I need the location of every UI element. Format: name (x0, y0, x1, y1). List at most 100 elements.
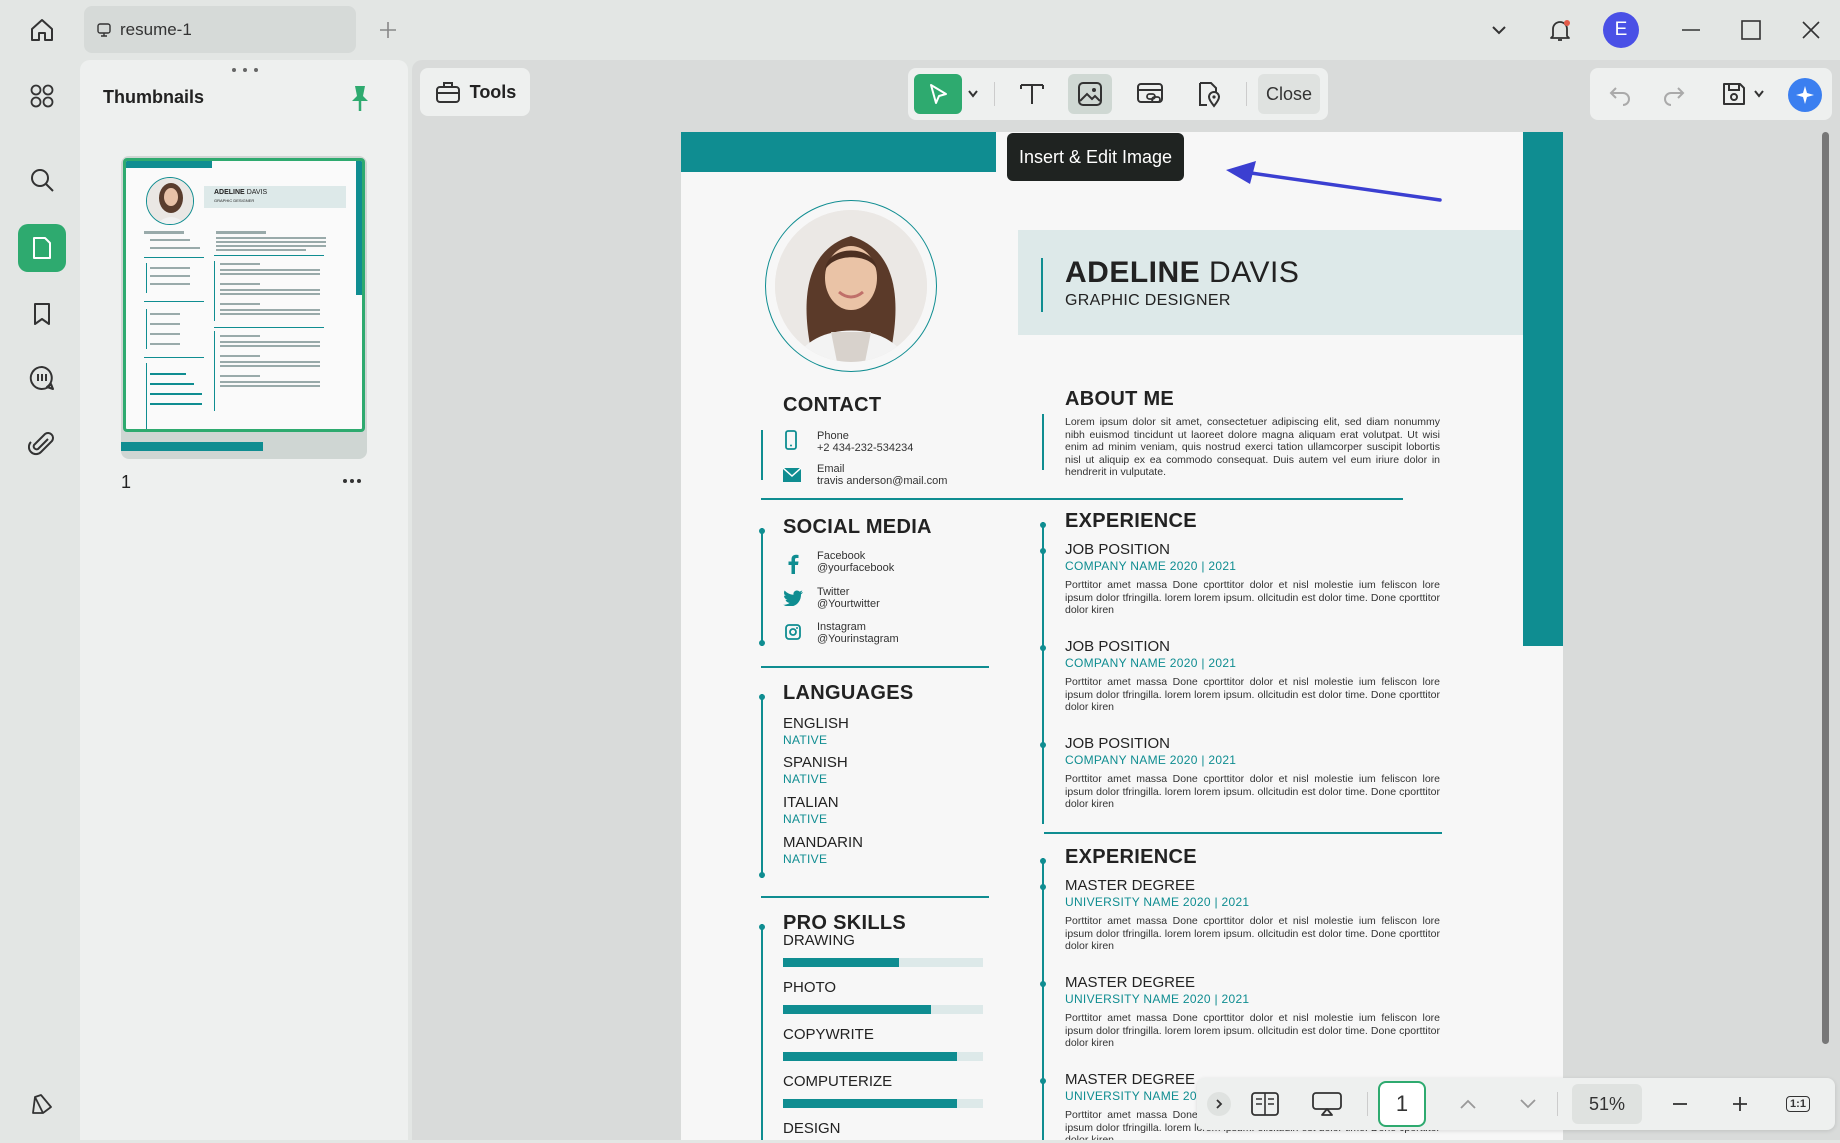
attachment-icon[interactable] (18, 420, 66, 468)
select-tool-dropdown-icon[interactable] (966, 88, 980, 100)
bookmark-icon[interactable] (18, 290, 66, 338)
image-icon (1078, 82, 1102, 106)
language-name: SPANISH (783, 754, 848, 771)
previous-page-icon[interactable] (1453, 1086, 1483, 1122)
twitter-icon (783, 590, 803, 606)
page-layout-icon[interactable] (1245, 1086, 1285, 1122)
experience-heading: EXPERIENCE (1065, 510, 1197, 532)
new-tab-plus-icon[interactable] (370, 12, 406, 48)
education-heading: EXPERIENCE (1065, 846, 1197, 868)
skill-name: DRAWING (783, 932, 855, 949)
text-tool-button[interactable] (1010, 74, 1054, 114)
side-accent-bar (1523, 132, 1563, 646)
left-icon-rail (0, 60, 80, 1143)
comment-icon[interactable] (18, 354, 66, 402)
pointer-arrow (1226, 161, 1442, 202)
language-name: ITALIAN (783, 794, 839, 811)
social-heading: SOCIAL MEDIA (783, 516, 932, 538)
thumbnail-page-number: 1 (121, 472, 132, 492)
document-tab[interactable]: resume-1 (84, 6, 356, 53)
drag-handle-icon[interactable] (230, 66, 260, 74)
watermark-button[interactable] (1186, 74, 1230, 114)
ai-assistant-icon[interactable] (1788, 78, 1822, 112)
insert-link-button[interactable] (1128, 74, 1172, 114)
about-text: Lorem ipsum dolor sit amet, consectetuer… (1065, 416, 1440, 478)
entry-subtitle: UNIVERSITY NAME 2020 | 2021 (1065, 992, 1250, 1006)
contact-heading: CONTACT (783, 394, 882, 416)
thumbnail-photo (146, 177, 194, 225)
next-page-icon[interactable] (1513, 1086, 1543, 1122)
collapse-bar-icon[interactable] (1207, 1092, 1231, 1116)
skill-bar-fill (783, 1052, 957, 1061)
twitter-label: Twitter (817, 586, 850, 598)
home-icon[interactable] (24, 12, 60, 48)
minimize-icon[interactable] (1673, 12, 1709, 48)
skill-bar-fill (783, 1099, 957, 1108)
language-name: ENGLISH (783, 715, 849, 732)
actual-size-button[interactable]: 1:1 (1781, 1086, 1815, 1122)
language-level: NATIVE (783, 852, 828, 866)
pages-thumbnail-icon[interactable] (18, 224, 66, 272)
zoom-level[interactable]: 51% (1572, 1084, 1642, 1124)
page-thumbnail[interactable]: ADELINE DAVIS GRAPHIC DESIGNER (121, 156, 367, 459)
cursor-icon (930, 84, 947, 104)
pin-icon[interactable] (348, 84, 372, 114)
search-icon[interactable] (18, 156, 66, 204)
entry-title: JOB POSITION (1065, 541, 1171, 558)
thumbnails-panel: Thumbnails ADELINE DAVIS GRAPHIC DESIGNE… (80, 60, 408, 1140)
save-options-chevron-icon[interactable] (1752, 88, 1766, 100)
skill-bar (783, 1052, 983, 1061)
skill-bar-fill (783, 958, 899, 967)
link-icon (1137, 83, 1163, 103)
close-window-icon[interactable] (1793, 12, 1829, 48)
profile-photo[interactable] (775, 210, 927, 362)
skill-name: DESIGN (783, 1120, 841, 1137)
phone-value: +2 434-232-534234 (817, 442, 914, 454)
tools-button[interactable]: Tools (420, 68, 530, 116)
instagram-icon (785, 624, 801, 640)
grid-apps-icon[interactable] (18, 72, 66, 120)
skill-name: COMPUTERIZE (783, 1073, 893, 1090)
language-name: MANDARIN (783, 834, 864, 851)
entry-title: MASTER DEGREE (1065, 974, 1196, 991)
zoom-out-icon[interactable] (1665, 1086, 1695, 1122)
maximize-icon[interactable] (1733, 12, 1769, 48)
undo-icon[interactable] (1608, 82, 1632, 106)
insert-image-button[interactable] (1068, 74, 1112, 114)
right-toolbar (1590, 68, 1832, 120)
entry-title: MASTER DEGREE (1065, 1071, 1196, 1088)
title-bar: resume-1 E (0, 0, 1840, 60)
edit-toolbar: Close (908, 68, 1328, 120)
presentation-icon (97, 22, 111, 37)
header-accent-bar (681, 132, 996, 172)
facebook-icon (787, 554, 799, 574)
text-icon (1020, 84, 1044, 104)
vertical-scrollbar[interactable] (1822, 132, 1829, 1044)
close-edit-button[interactable]: Close (1258, 74, 1320, 114)
resume-job-title: GRAPHIC DESIGNER (1065, 292, 1231, 309)
user-avatar[interactable]: E (1603, 12, 1639, 48)
skill-bar-fill (783, 1005, 931, 1014)
zoom-in-icon[interactable] (1725, 1086, 1755, 1122)
resume-page[interactable]: ADELINE DAVIS GRAPHIC DESIGNER CONTACT P… (681, 132, 1563, 1140)
thumbnail-name: ADELINE DAVIS (214, 189, 268, 196)
twitter-handle: @Yourtwitter (817, 598, 880, 610)
insert-image-tooltip: Insert & Edit Image (1007, 133, 1185, 181)
save-icon[interactable] (1720, 80, 1748, 108)
panel-title: Thumbnails (103, 87, 205, 107)
entry-description: Porttitor amet massa Done cporttitor dol… (1065, 579, 1440, 616)
redo-icon[interactable] (1662, 82, 1686, 106)
page-number-input[interactable]: 1 (1378, 1081, 1426, 1127)
language-level: NATIVE (783, 812, 828, 826)
select-tool-button[interactable] (914, 74, 962, 114)
email-label: Email (817, 463, 845, 475)
entry-description: Porttitor amet massa Done cporttitor dol… (1065, 676, 1440, 713)
presentation-mode-icon[interactable] (1307, 1086, 1347, 1122)
entry-subtitle: COMPANY NAME 2020 | 2021 (1065, 753, 1237, 767)
notification-bell-icon[interactable] (1542, 12, 1578, 48)
facebook-label: Facebook (817, 550, 866, 562)
skill-name: COPYWRITE (783, 1026, 874, 1043)
theme-icon[interactable] (18, 1080, 66, 1128)
more-options-icon[interactable] (342, 478, 362, 484)
chevron-down-icon[interactable] (1481, 12, 1517, 48)
